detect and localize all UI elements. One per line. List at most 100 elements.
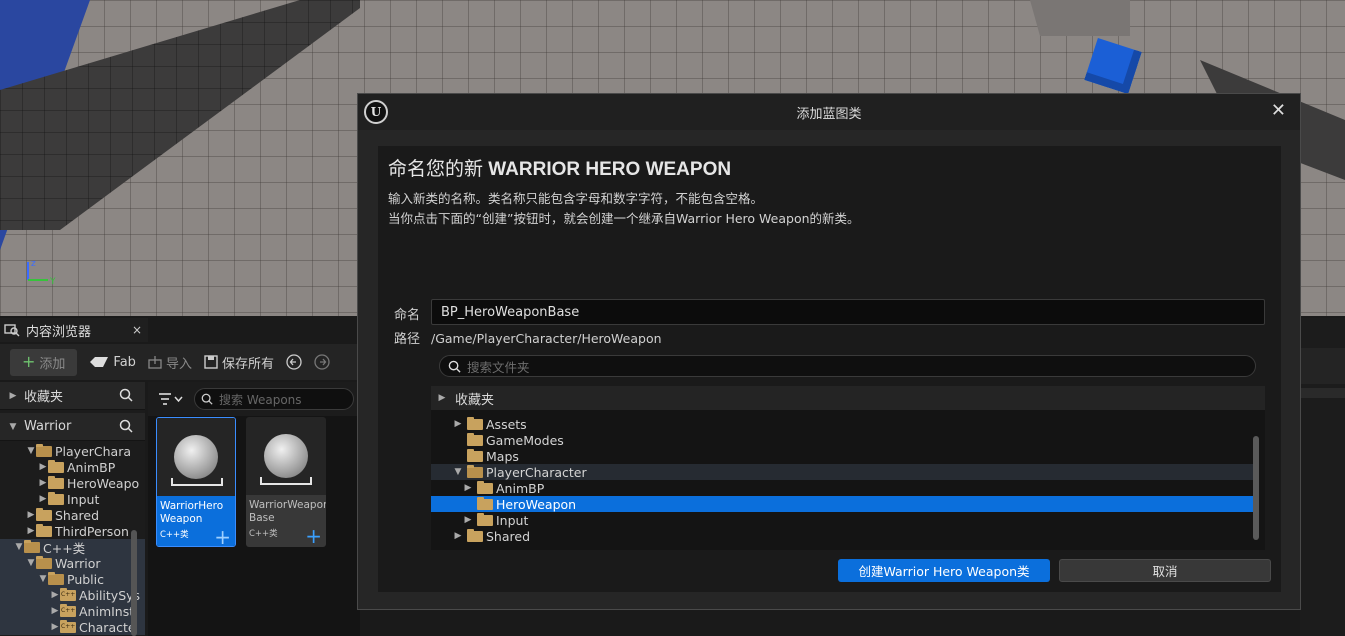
fab-button-label: Fab — [113, 354, 136, 370]
tree-item-label: ThirdPerson — [55, 523, 129, 539]
collapsed-arrow-icon[interactable]: ▶ — [463, 483, 473, 493]
folder-tree-item-label: Input — [496, 512, 529, 528]
tree-item[interactable]: ▼ C++类 — [0, 539, 145, 556]
save-icon — [204, 355, 218, 369]
class-name-value: BP_HeroWeaponBase — [441, 304, 580, 320]
folder-tree-item[interactable]: ▶ AnimBP — [431, 480, 1253, 496]
collapsed-arrow-icon[interactable]: ▶ — [38, 494, 48, 504]
content-browser-sources-panel: ▶ 收藏夹 ▼ Warrior ▼ PlayerChara ▶ AnimBP ▶ Hero… — [0, 382, 145, 636]
pedestal-icon — [171, 478, 223, 486]
add-instance-icon[interactable]: + — [305, 526, 322, 546]
unreal-logo-icon: U — [364, 100, 388, 124]
sources-scrollbar[interactable] — [131, 530, 137, 636]
collapsed-arrow-icon[interactable]: ▶ — [50, 590, 60, 600]
collapsed-arrow-icon[interactable]: ▶ — [38, 462, 48, 472]
collapsed-arrow-icon[interactable]: ▶ — [463, 515, 473, 525]
folder-tree-item-label: GameModes — [486, 432, 564, 448]
folder-tree-item[interactable]: ▶ Shared — [431, 528, 1253, 544]
collapsed-arrow-icon[interactable]: ▶ — [26, 510, 36, 520]
folder-icon — [48, 459, 64, 473]
svg-text:z: z — [31, 259, 36, 269]
folder-icon — [467, 416, 483, 430]
folder-icon — [48, 491, 64, 505]
asset-filter-bar: 搜索 Weapons — [148, 382, 360, 416]
folder-favorites-section[interactable]: ▶ 收藏夹 — [431, 386, 1265, 410]
asset-tile-warrior-hero-weapon[interactable]: WarriorHero Weapon C++类 + — [156, 417, 236, 547]
favorites-section[interactable]: ▶ 收藏夹 — [0, 382, 145, 410]
collapsed-arrow-icon[interactable]: ▶ — [453, 531, 463, 541]
collapsed-arrow-icon[interactable]: ▶ — [453, 419, 463, 429]
import-button[interactable]: 导入 — [148, 353, 192, 372]
folder-tree-item-label: Assets — [486, 416, 527, 432]
folder-icon — [467, 448, 483, 462]
tree-item[interactable]: ▶ AnimBP — [0, 459, 145, 475]
tree-item-label: Input — [67, 491, 100, 507]
folder-tree-item[interactable]: GameModes — [431, 432, 1253, 448]
asset-tile-warrior-weapon-base[interactable]: WarriorWeapon Base C++类 + — [246, 417, 326, 547]
heading-prefix: 命名您的新 — [388, 159, 484, 180]
save-all-button[interactable]: 保存所有 — [204, 353, 274, 372]
add-instance-icon[interactable]: + — [214, 527, 231, 546]
details-divider — [1300, 388, 1345, 398]
dialog-title: 添加蓝图类 — [796, 106, 862, 122]
tree-item-label: C++类 — [43, 540, 86, 556]
folder-tree-item-label: AnimBP — [496, 480, 545, 496]
content-browser-tab[interactable]: 内容浏览器 × — [0, 318, 148, 342]
folder-tree-item[interactable]: ▼ PlayerCharacter — [431, 464, 1253, 480]
expanded-arrow-icon[interactable]: ▼ — [453, 467, 463, 477]
search-icon[interactable] — [119, 419, 133, 433]
folder-tree-scrollbar[interactable] — [1253, 436, 1259, 540]
tree-item[interactable]: ▶ AnimInst — [0, 603, 145, 619]
add-blueprint-class-dialog: U 添加蓝图类 ✕ 命名您的新 WARRIOR HERO WEAPON 输入新类… — [357, 93, 1301, 610]
expanded-arrow-icon[interactable]: ▼ — [26, 558, 36, 568]
tree-item-label: AnimInst — [79, 603, 135, 619]
folder-icon — [467, 432, 483, 446]
tree-item[interactable]: ▶ Characte — [0, 619, 145, 635]
forward-arrow-icon[interactable] — [314, 354, 330, 370]
close-icon[interactable]: ✕ — [1271, 100, 1286, 121]
folder-icon — [36, 523, 52, 537]
folder-tree-item[interactable]: ▶ Assets — [431, 416, 1253, 432]
expanded-arrow-icon[interactable]: ▼ — [38, 574, 48, 584]
tree-item[interactable]: ▼ Public — [0, 571, 145, 587]
folder-search-input[interactable]: 搜索文件夹 — [439, 355, 1256, 377]
asset-name: WarriorHero Weapon — [160, 500, 224, 525]
cancel-button[interactable]: 取消 — [1059, 559, 1271, 582]
content-browser-tree: ▼ PlayerChara ▶ AnimBP ▶ HeroWeapo ▶ Input ▶ Shar… — [0, 441, 145, 635]
tree-item[interactable]: ▶ Shared — [0, 507, 145, 523]
tree-item[interactable]: ▶AbilitySys — [0, 587, 145, 603]
content-browser-close-icon[interactable]: × — [132, 323, 142, 337]
add-button[interactable]: + 添加 — [10, 348, 78, 376]
tree-item[interactable]: ▶ HeroWeapo — [0, 475, 145, 491]
fab-button[interactable]: Fab — [89, 355, 136, 370]
project-section[interactable]: ▼ Warrior — [0, 413, 145, 441]
pedestal-icon — [260, 477, 312, 485]
tree-item[interactable]: ▶ Input — [0, 491, 145, 507]
tree-item[interactable]: ▼ Warrior — [0, 555, 145, 571]
back-arrow-icon[interactable] — [286, 354, 302, 370]
folder-search-placeholder: 搜索文件夹 — [467, 359, 530, 375]
folder-tree-item-label: Maps — [486, 448, 519, 464]
folder-tree-item[interactable]: HeroWeapon — [431, 496, 1253, 512]
dialog-titlebar[interactable]: U 添加蓝图类 ✕ — [358, 94, 1300, 130]
folder-tree-item[interactable]: ▶ Input — [431, 512, 1253, 528]
asset-label: WarriorWeapon Base C++类 + — [246, 495, 326, 547]
tree-item[interactable]: ▼ PlayerChara — [0, 443, 145, 459]
collapsed-arrow-icon[interactable]: ▶ — [26, 526, 36, 536]
dialog-heading: 命名您的新 WARRIOR HERO WEAPON — [388, 154, 731, 181]
add-button-label: 添加 — [39, 356, 66, 372]
collapsed-arrow-icon[interactable]: ▶ — [50, 622, 60, 632]
import-icon — [148, 356, 162, 369]
filter-icon[interactable] — [158, 392, 184, 406]
expanded-arrow-icon[interactable]: ▼ — [26, 446, 36, 456]
create-class-button[interactable]: 创建Warrior Hero Weapon类 — [838, 559, 1050, 582]
search-icon[interactable] — [119, 388, 133, 402]
asset-thumbnail — [246, 417, 326, 495]
asset-search-input[interactable]: 搜索 Weapons — [194, 388, 354, 410]
folder-tree-item[interactable]: Maps — [431, 448, 1253, 464]
collapsed-arrow-icon[interactable]: ▶ — [50, 606, 60, 616]
expanded-arrow-icon[interactable]: ▼ — [14, 542, 24, 552]
class-name-input[interactable]: BP_HeroWeaponBase — [431, 299, 1265, 325]
search-icon — [448, 360, 461, 373]
collapsed-arrow-icon[interactable]: ▶ — [38, 478, 48, 488]
